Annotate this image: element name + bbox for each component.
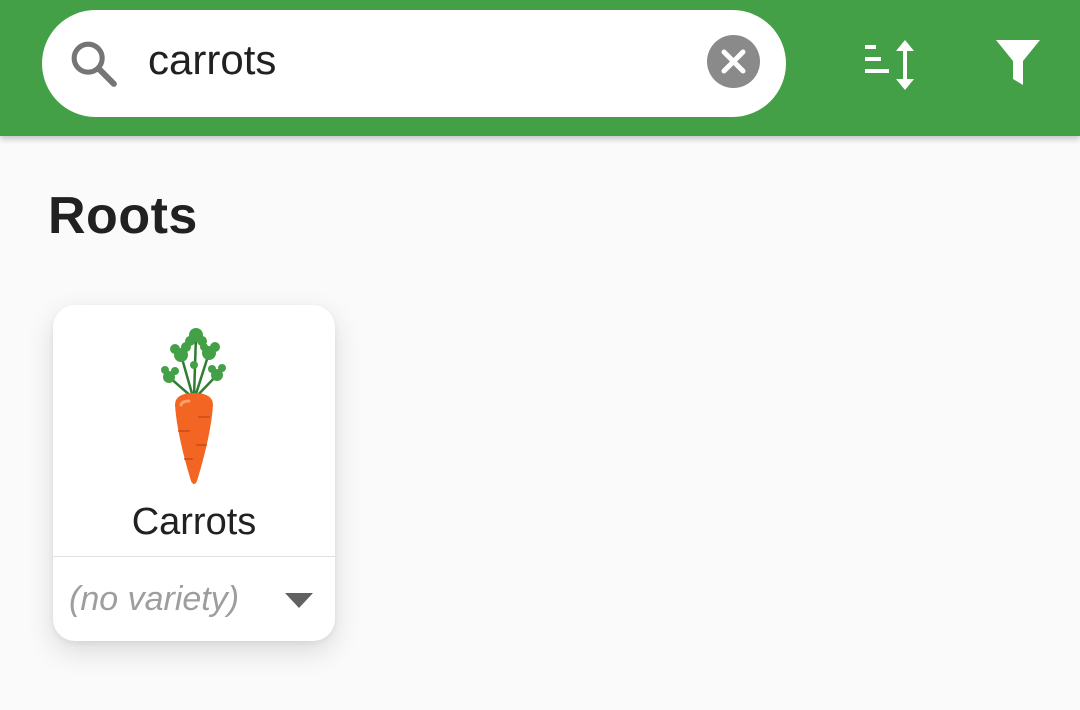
search-input[interactable]: carrots	[148, 32, 276, 88]
app-bar: carrots	[0, 0, 1080, 136]
dropdown-arrow-icon	[285, 593, 313, 608]
clear-search-button[interactable]	[707, 35, 760, 88]
carrot-icon	[161, 328, 226, 484]
sort-button[interactable]	[856, 36, 924, 94]
filter-button[interactable]	[990, 36, 1046, 94]
variety-value: (no variety)	[69, 580, 240, 618]
variety-dropdown[interactable]: (no variety)	[53, 557, 335, 641]
filter-icon	[996, 40, 1040, 85]
close-icon	[721, 49, 746, 74]
search-icon	[71, 41, 117, 87]
section-title: Roots	[48, 187, 198, 245]
sort-icon	[865, 40, 914, 90]
plant-card[interactable]: Carrots (no variety)	[53, 305, 335, 641]
plant-name: Carrots	[131, 501, 257, 543]
app-root: carrots Roots Carrots (no variety)	[0, 0, 1080, 710]
